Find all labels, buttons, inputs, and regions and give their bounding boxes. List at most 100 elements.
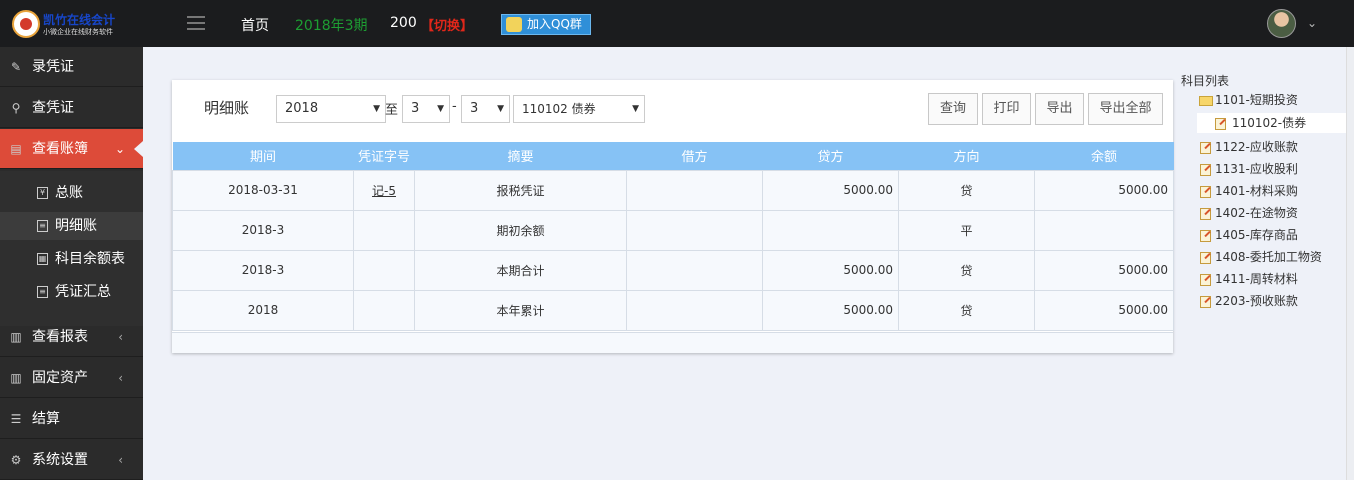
month-from-select[interactable]: 3 ▼ [402,95,450,123]
cell-balance [1034,209,1174,251]
file-icon [1215,118,1226,130]
tree-node-label: 1401-材料采购 [1215,184,1298,198]
tree-node-1402[interactable]: 1402-在途物资 [1198,203,1298,223]
tree-node-label: 1122-应收账款 [1215,140,1298,154]
voucher-link[interactable]: 记-5 [372,184,396,198]
sidebar-item-label: 固定资产 [32,370,88,386]
cell-period: 2018 [172,289,354,331]
tree-node-1401[interactable]: 1401-材料采购 [1198,181,1298,201]
chevron-left-icon: ‹ [118,453,123,467]
submenu-item-voucher-summary[interactable]: ≡ 凭证汇总 [0,278,143,306]
page-scrollbar[interactable] [1346,47,1354,480]
tree-node-1408[interactable]: 1408-委托加工物资 [1198,247,1322,267]
sidebar-item-label: 查看报表 [32,329,88,345]
month-to-select[interactable]: 3 ▼ [461,95,510,123]
table-header-row: 期间 凭证字号 摘要 借方 贷方 方向 余额 [172,142,1174,170]
sidebar-item-label: 录凭证 [32,59,74,75]
dropdown-arrow-icon: ▼ [497,104,504,114]
cell-debit [626,289,763,331]
cell-direction: 贷 [898,289,1035,331]
tree-node-2203[interactable]: 2203-预收账款 [1198,291,1298,311]
column-header-voucher-no[interactable]: 凭证字号 [353,142,415,170]
cell-period: 2018-3 [172,209,354,251]
page-title: 明细账 [204,99,250,117]
top-bar: 凯竹在线会计 小微企业在线财务软件 首页 2018年3期 200 【切换】 加入… [0,0,1354,47]
bar-chart-icon: ▥ [10,371,22,385]
cell-period: 2018-03-31 [172,169,354,211]
year-select[interactable]: 2018 ▼ [276,95,386,123]
table-row: 2018-3 期初余额 平 [172,209,1174,251]
export-button[interactable]: 导出 [1035,93,1084,125]
sidebar-item-system-settings[interactable]: ⚙ 系统设置 ‹ [0,440,143,480]
sidebar-item-fixed-assets[interactable]: ▥ 固定资产 ‹ [0,358,143,398]
search-icon: ⚲ [11,101,21,115]
cell-summary: 报税凭证 [414,169,627,211]
sidebar-item-settlement[interactable]: ☰ 结算 [0,399,143,439]
file-icon [1200,230,1211,242]
sidebar-item-view-voucher[interactable]: ⚲ 查凭证 [0,88,143,128]
tree-node-1101[interactable]: 1101-短期投资 [1198,90,1298,110]
current-period: 2018年3期 [295,18,368,34]
cell-summary: 本年累计 [414,289,627,331]
column-header-period[interactable]: 期间 [172,142,354,170]
cell-period: 2018-3 [172,249,354,291]
logo-subtitle: 小微企业在线财务软件 [43,28,113,36]
nav-home-link[interactable]: 首页 [241,15,269,35]
month-from-value: 3 [411,101,420,116]
cell-summary: 本期合计 [414,249,627,291]
query-toolbar: 明细账 2018 ▼ 至 3 ▼ - 3 ▼ 110102 债券 ▼ 查询 打印… [172,80,1173,132]
join-qq-group-button[interactable]: 加入QQ群 [501,14,591,35]
ledger-submenu: ¥ 总账 ≡ 明细账 ▦ 科目余额表 ≡ 凭证汇总 [0,171,143,326]
tree-node-1122[interactable]: 1122-应收账款 [1198,137,1298,157]
tree-node-label: 1402-在途物资 [1215,206,1298,220]
logo[interactable]: 凯竹在线会计 小微企业在线财务软件 [12,9,140,41]
sidebar-item-label: 结算 [32,411,60,427]
cell-voucher-no [353,209,415,251]
cell-voucher-no [353,249,415,291]
tree-node-110102[interactable]: 110102-债券 [1197,113,1347,133]
logo-icon [12,10,40,38]
table-row: 2018 本年累计 5000.00 贷 5000.00 [172,289,1174,331]
folder-open-icon [1199,96,1213,106]
sidebar-item-record-voucher[interactable]: ✎ 录凭证 [0,47,143,87]
print-button[interactable]: 打印 [982,93,1031,125]
column-header-direction[interactable]: 方向 [898,142,1035,170]
sidebar: ✎ 录凭证 ⚲ 查凭证 ▤ 查看账簿 ⌄ ¥ 总账 ≡ 明细账 ▦ 科目余额表 … [0,47,143,480]
cell-debit [626,169,763,211]
column-header-credit[interactable]: 贷方 [762,142,899,170]
tree-node-1411[interactable]: 1411-周转材料 [1198,269,1298,289]
sidebar-item-view-ledger[interactable]: ▤ 查看账簿 ⌄ [0,129,143,169]
column-header-summary[interactable]: 摘要 [414,142,627,170]
edit-icon: ✎ [10,60,22,74]
submenu-item-account-balance[interactable]: ▦ 科目余额表 [0,245,143,273]
switch-link[interactable]: 【切换】 [421,15,473,34]
book-icon: ▤ [10,142,22,156]
sidebar-item-label: 查看账簿 [32,141,88,157]
export-all-button[interactable]: 导出全部 [1088,93,1163,125]
list-icon: ☰ [10,412,22,426]
range-to-label: 至 [385,103,399,118]
chevron-down-icon[interactable]: ⌄ [1307,16,1317,30]
submenu-item-general-ledger[interactable]: ¥ 总账 [0,179,143,207]
table-row: 2018-3 本期合计 5000.00 贷 5000.00 [172,249,1174,291]
tree-node-1405[interactable]: 1405-库存商品 [1198,225,1298,245]
column-header-debit[interactable]: 借方 [626,142,763,170]
tree-node-label: 1408-委托加工物资 [1215,250,1322,264]
account-select[interactable]: 110102 债券 ▼ [513,95,645,123]
menu-toggle-icon[interactable] [187,16,205,30]
sidebar-item-view-reports[interactable]: ▥ 查看报表 ‹ [0,317,143,357]
avatar[interactable] [1267,9,1296,38]
account-tree: 科目列表 1101-短期投资 110102-债券 1122-应收账款 1131-… [1176,72,1347,480]
file-icon [1200,208,1211,220]
cell-balance: 5000.00 [1034,289,1174,331]
account-set-number: 200 [390,15,417,31]
sidebar-item-label: 查凭证 [32,100,74,116]
tree-node-1131[interactable]: 1131-应收股利 [1198,159,1298,179]
query-button[interactable]: 查询 [928,93,978,125]
submenu-item-detail-ledger[interactable]: ≡ 明细账 [0,212,143,240]
cell-credit [762,209,899,251]
cell-direction: 贷 [898,169,1035,211]
document-icon: ≡ [37,220,48,232]
column-header-balance[interactable]: 余额 [1034,142,1174,170]
table-row: 2018-03-31 记-5 报税凭证 5000.00 贷 5000.00 [172,169,1174,211]
